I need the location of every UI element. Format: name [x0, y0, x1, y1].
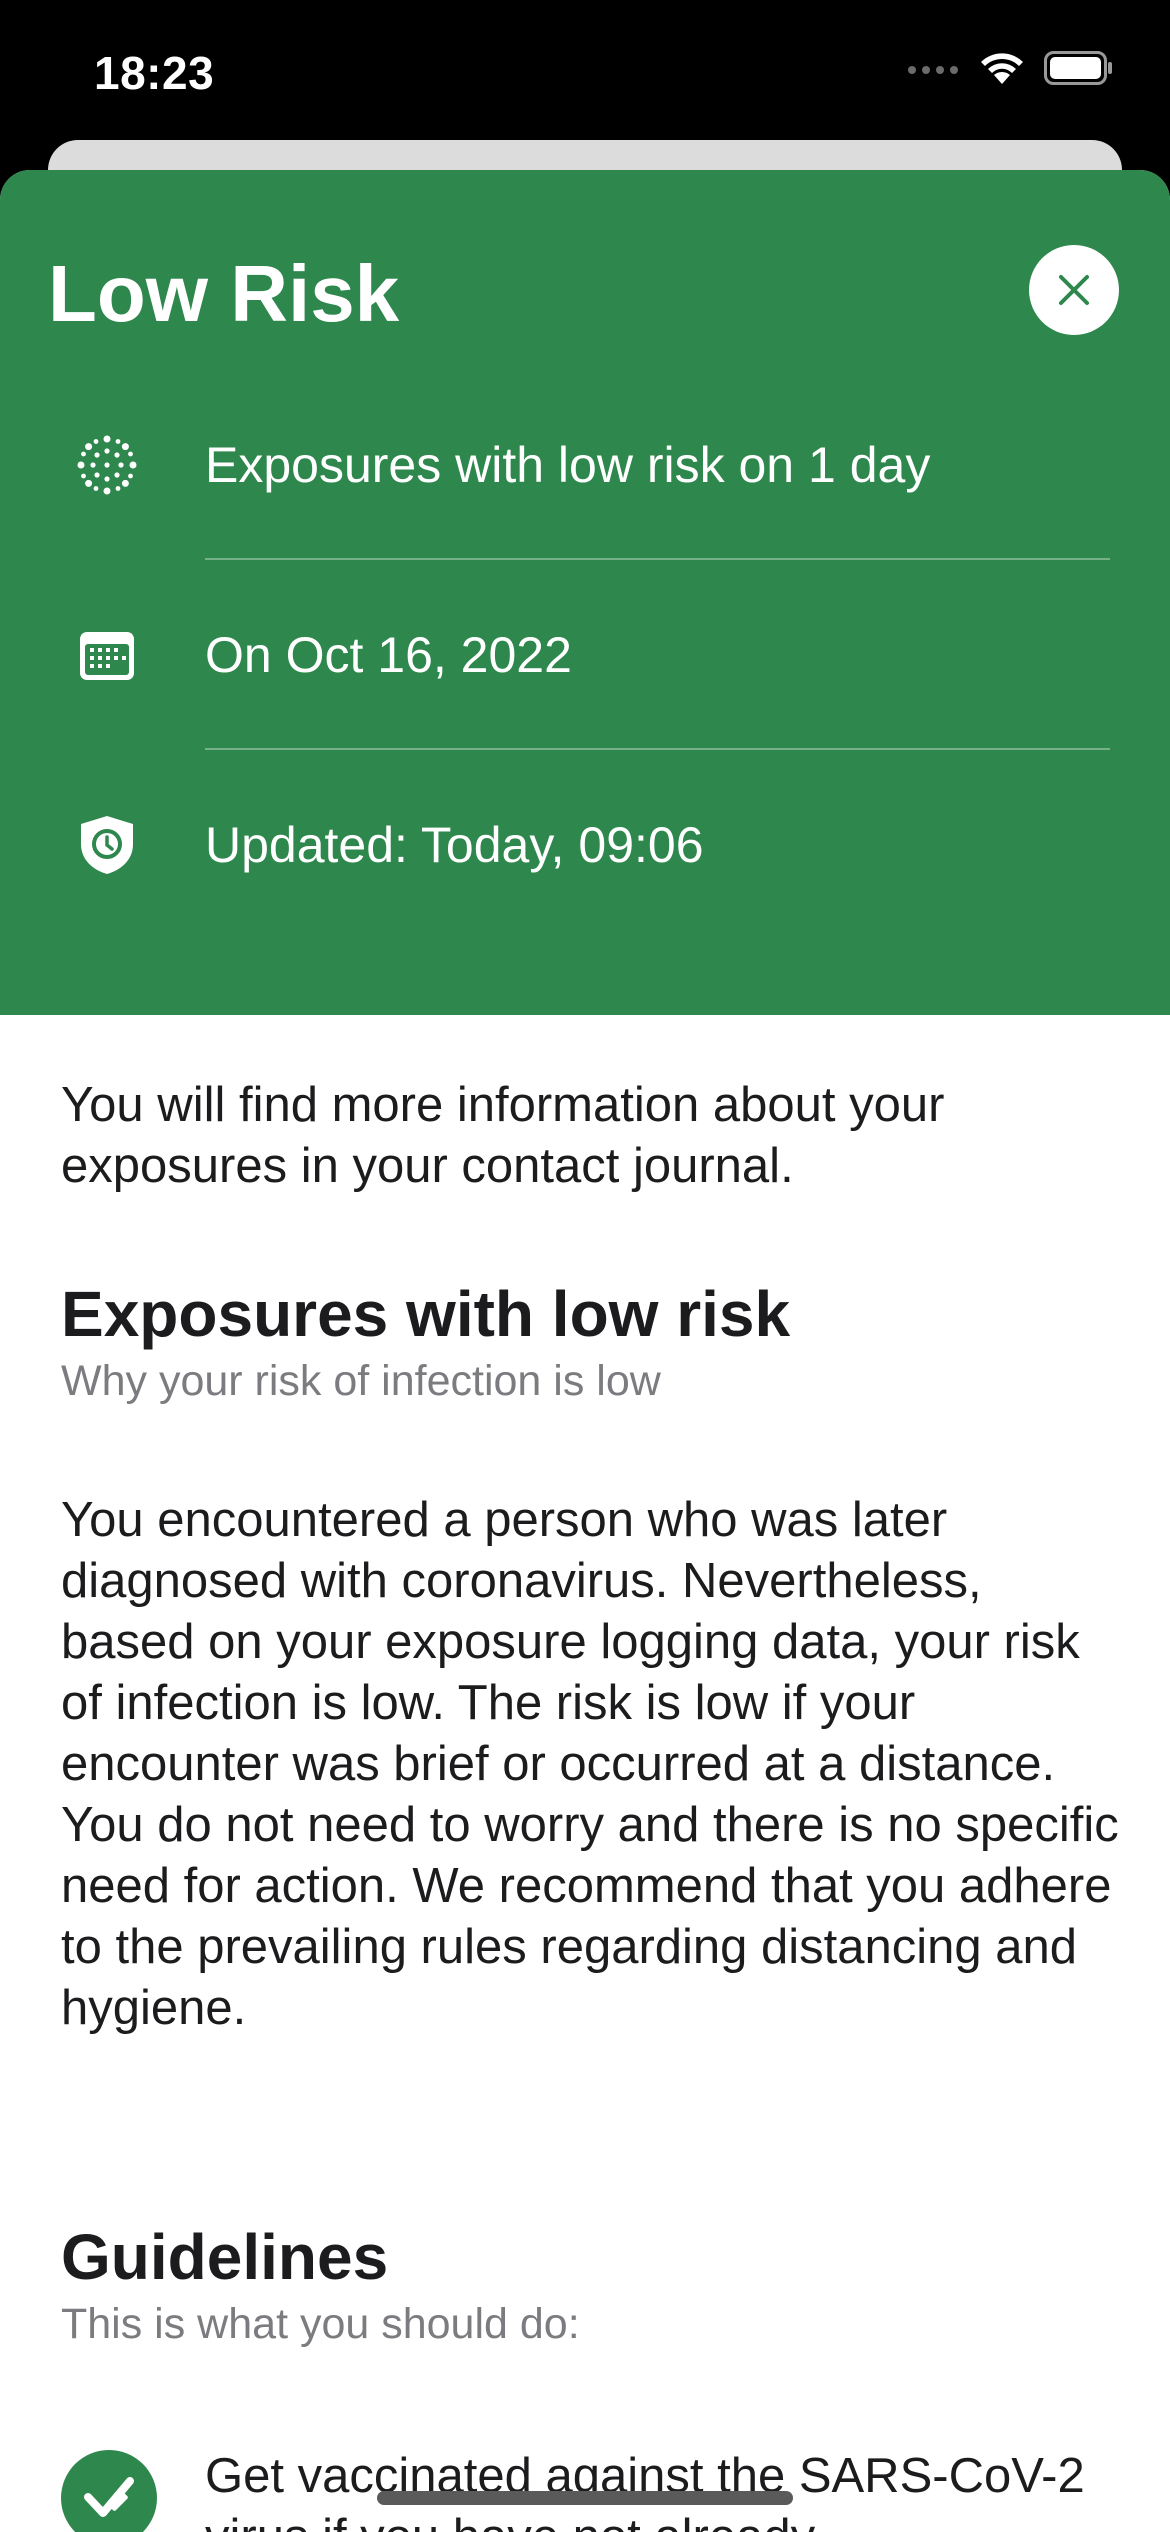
- virus-icon: [74, 432, 140, 498]
- status-icons: [906, 50, 1114, 91]
- battery-icon: [1044, 51, 1114, 90]
- guidelines-section-subtitle: This is what you should do:: [61, 2300, 580, 2348]
- guidelines-section-title: Guidelines: [61, 2221, 389, 2293]
- info-row-date: On Oct 16, 2022: [0, 560, 1170, 750]
- risk-detail-sheet: Low Risk Exposures with low risk on 1 da…: [0, 170, 1170, 2532]
- exposures-summary: Exposures with low risk on 1 day: [205, 437, 931, 493]
- app-screen: 18:23 Low Risk Exposures with low risk o…: [0, 0, 1170, 2532]
- last-updated: Updated: Today, 09:06: [205, 817, 704, 873]
- close-button[interactable]: [1029, 245, 1119, 335]
- info-row-exposures: Exposures with low risk on 1 day: [0, 370, 1170, 560]
- page-title: Low Risk: [48, 249, 400, 338]
- intro-text: You will find more information about you…: [61, 1078, 945, 1193]
- exposure-date: On Oct 16, 2022: [205, 627, 572, 683]
- exposures-explanation: You encountered a person who was later d…: [61, 1493, 1119, 2035]
- status-time: 18:23: [94, 47, 215, 99]
- exposures-section-title: Exposures with low risk: [61, 1278, 791, 1350]
- wifi-icon: [978, 50, 1026, 91]
- shield-clock-icon: [74, 812, 140, 878]
- exposures-section-subtitle: Why your risk of infection is low: [61, 1357, 661, 1405]
- risk-header: Low Risk Exposures with low risk on 1 da…: [0, 170, 1170, 1015]
- calendar-icon: [74, 622, 140, 688]
- info-row-updated: Updated: Today, 09:06: [0, 750, 1170, 940]
- guideline-text: Get vaccinated against the SARS-CoV-2 vi…: [205, 2449, 1085, 2532]
- vaccination-icon: [61, 2450, 157, 2532]
- close-icon: [1059, 275, 1089, 305]
- signal-icon: [906, 60, 960, 81]
- home-indicator[interactable]: [377, 2491, 793, 2505]
- status-bar: 18:23: [0, 0, 1170, 150]
